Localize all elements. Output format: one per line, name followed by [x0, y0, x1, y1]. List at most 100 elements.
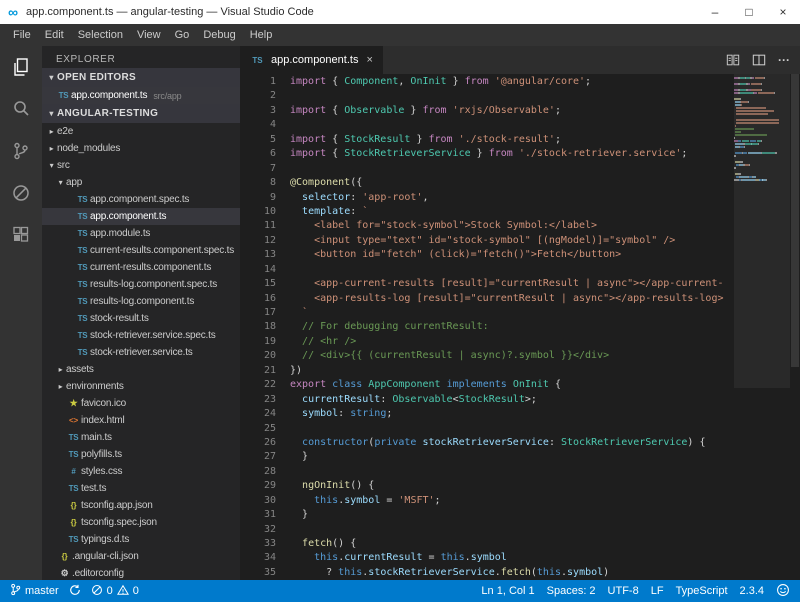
- status-encoding[interactable]: UTF-8: [608, 585, 639, 597]
- sync-icon: [69, 584, 81, 599]
- problems-indicator[interactable]: 0 0: [91, 584, 139, 599]
- code-token: }): [290, 365, 302, 376]
- tree-item[interactable]: TSresults-log.component.spec.ts: [42, 276, 240, 293]
- code-line: 18 // For debugging currentResult:: [240, 320, 734, 334]
- editor[interactable]: 1import { Component, OnInit } from '@ang…: [240, 74, 800, 580]
- minimap[interactable]: [734, 74, 790, 580]
- menu-view[interactable]: View: [130, 29, 168, 41]
- tree-item[interactable]: TSpolyfills.ts: [42, 446, 240, 463]
- tree-item[interactable]: ▸e2e: [42, 123, 240, 140]
- tree-item-label: app.component.spec.ts: [90, 194, 189, 205]
- status-indentation[interactable]: Spaces: 2: [547, 585, 596, 597]
- vertical-scrollbar[interactable]: [790, 74, 800, 580]
- source-control-icon[interactable]: [0, 130, 42, 172]
- menu-go[interactable]: Go: [168, 29, 197, 41]
- code-token: [290, 408, 302, 419]
- git-branch-indicator[interactable]: master: [10, 583, 59, 599]
- status-cursor-position[interactable]: Ln 1, Col 1: [481, 585, 534, 597]
- tree-item[interactable]: TScurrent-results.component.spec.ts: [42, 242, 240, 259]
- tree-item[interactable]: TSmain.ts: [42, 429, 240, 446]
- tree-item[interactable]: #styles.css: [42, 463, 240, 480]
- tree-item-label: stock-retriever.service.spec.ts: [90, 330, 216, 341]
- section-label: ANGULAR-TESTING: [57, 108, 158, 119]
- split-editor-icon[interactable]: [752, 53, 766, 67]
- tree-item[interactable]: ▸assets: [42, 361, 240, 378]
- code-line: 14: [240, 263, 734, 277]
- tree-item[interactable]: ▾app: [42, 174, 240, 191]
- line-number: 26: [240, 436, 276, 450]
- code-text: `: [290, 306, 308, 320]
- minimize-button[interactable]: –: [698, 0, 732, 24]
- tree-item-label: stock-retriever.service.ts: [90, 347, 193, 358]
- tree-item[interactable]: TSapp.component.ts: [42, 208, 240, 225]
- code-token: ;: [435, 495, 441, 506]
- tree-item[interactable]: TScurrent-results.component.ts: [42, 259, 240, 276]
- window-controls: – □ ×: [698, 0, 800, 24]
- code-line: 26 constructor(private stockRetrieverSer…: [240, 436, 734, 450]
- scrollbar-thumb[interactable]: [791, 74, 799, 367]
- tree-item[interactable]: TSstock-retriever.service.ts: [42, 344, 240, 361]
- tree-item[interactable]: {}.angular-cli.json: [42, 548, 240, 565]
- status-eol[interactable]: LF: [651, 585, 664, 597]
- menu-help[interactable]: Help: [243, 29, 280, 41]
- tree-item[interactable]: ⚙.editorconfig: [42, 565, 240, 580]
- code-text: import { StockRetrieverService } from '.…: [290, 147, 687, 161]
- tree-item[interactable]: ★favicon.ico: [42, 395, 240, 412]
- code-text: import { StockResult } from './stock-res…: [290, 133, 561, 147]
- tree-item[interactable]: TSresults-log.component.ts: [42, 293, 240, 310]
- status-language-mode[interactable]: TypeScript: [676, 585, 728, 597]
- code-token: <app-results-log [result]="currentResult…: [314, 293, 723, 304]
- file-tree: ▸e2e▸node_modules▾src▾appTSapp.component…: [42, 123, 240, 580]
- folder-section-header[interactable]: ▾ ANGULAR-TESTING: [42, 104, 240, 123]
- menu-debug[interactable]: Debug: [196, 29, 242, 41]
- tree-item[interactable]: TSapp.module.ts: [42, 225, 240, 242]
- status-right: Ln 1, Col 1 Spaces: 2 UTF-8 LF TypeScript 2.3…: [481, 583, 790, 600]
- menu-file[interactable]: File: [6, 29, 38, 41]
- tree-item[interactable]: {}tsconfig.spec.json: [42, 514, 240, 531]
- status-version[interactable]: 2.3.4: [740, 585, 764, 597]
- more-actions-icon[interactable]: ···: [778, 53, 790, 67]
- explorer-icon[interactable]: [0, 46, 42, 88]
- code-text: <label for="stock-symbol">Stock Symbol:<…: [290, 219, 597, 233]
- tree-item[interactable]: {}tsconfig.app.json: [42, 497, 240, 514]
- tree-item[interactable]: TSstock-retriever.service.spec.ts: [42, 327, 240, 344]
- open-changes-icon[interactable]: [726, 53, 740, 67]
- code-token: OnInit: [513, 379, 549, 390]
- code-text: ngOnInit() {: [290, 479, 374, 493]
- code-text: <app-current-results [result]="currentRe…: [290, 277, 724, 291]
- tree-item-label: app.module.ts: [90, 228, 150, 239]
- tree-item[interactable]: ▸environments: [42, 378, 240, 395]
- code-token: :: [350, 206, 362, 217]
- debug-icon[interactable]: [0, 172, 42, 214]
- code-token: // <hr />: [302, 336, 356, 347]
- tree-item[interactable]: TSapp.component.spec.ts: [42, 191, 240, 208]
- tree-item[interactable]: ▸node_modules: [42, 140, 240, 157]
- file-type-icon: TS: [66, 535, 81, 544]
- tab-close-icon[interactable]: ×: [366, 54, 372, 66]
- code-text: constructor(private stockRetrieverServic…: [290, 436, 705, 450]
- code-text: currentResult: Observable<StockResult>;: [290, 393, 537, 407]
- tree-item-label: .angular-cli.json: [72, 551, 139, 562]
- feedback-smiley-icon[interactable]: [776, 583, 790, 600]
- code-line: 16 <app-results-log [result]="currentRes…: [240, 292, 734, 306]
- menu-selection[interactable]: Selection: [71, 29, 130, 41]
- tree-item[interactable]: ▾src: [42, 157, 240, 174]
- close-button[interactable]: ×: [766, 0, 800, 24]
- open-editor-item[interactable]: TSapp.component.tssrc/app: [42, 87, 240, 104]
- tree-item[interactable]: TSstock-result.ts: [42, 310, 240, 327]
- sync-button[interactable]: [69, 584, 81, 599]
- tree-item[interactable]: TStest.ts: [42, 480, 240, 497]
- menu-edit[interactable]: Edit: [38, 29, 71, 41]
- code-line: 13 <button id="fetch" (click)="fetch()">…: [240, 248, 734, 262]
- search-icon[interactable]: [0, 88, 42, 130]
- file-type-icon: TS: [75, 246, 90, 255]
- tree-item[interactable]: <>index.html: [42, 412, 240, 429]
- tree-item[interactable]: TStypings.d.ts: [42, 531, 240, 548]
- tab-app-component-ts[interactable]: TSapp.component.ts×: [240, 46, 383, 74]
- extensions-icon[interactable]: [0, 214, 42, 256]
- line-number: 25: [240, 422, 276, 436]
- code-area[interactable]: 1import { Component, OnInit } from '@ang…: [240, 74, 734, 580]
- open-editors-header[interactable]: ▾ OPEN EDITORS: [42, 68, 240, 87]
- code-token: }: [447, 76, 465, 87]
- maximize-button[interactable]: □: [732, 0, 766, 24]
